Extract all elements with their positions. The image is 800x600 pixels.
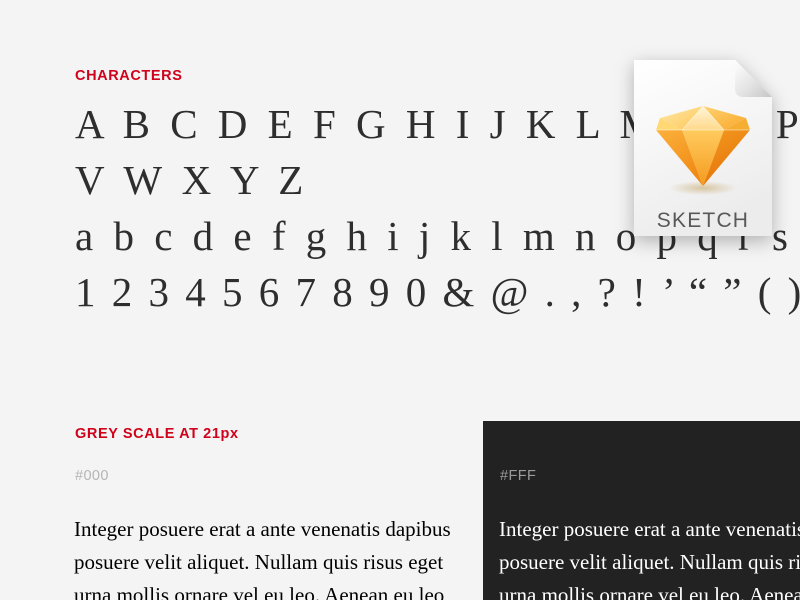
swatch-light-label: #000	[75, 468, 109, 484]
characters-section-heading: CHARACTERS	[75, 68, 183, 84]
swatch-dark-body-text: Integer posuere erat a ante venenatis da…	[499, 517, 800, 600]
swatch-dark-label: #FFF	[500, 468, 537, 484]
sketch-file-icon: SKETCH	[634, 60, 772, 236]
typography-specimen-page: CHARACTERS A B C D E F G H I J K L M N O…	[0, 0, 800, 600]
swatch-light-body-text: Integer posuere erat a ante venenatis da…	[74, 517, 451, 600]
sketch-icon-label: SKETCH	[657, 209, 749, 232]
greyscale-swatch-dark: #FFF Integer posuere erat a ante venenat…	[483, 421, 800, 600]
glyph-row-numerals-punctuation: 1 2 3 4 5 6 7 8 9 0 & @ . , ? ! ’ “ ” ( …	[75, 269, 800, 315]
greyscale-swatch-light: #000 Integer posuere erat a ante venenat…	[0, 421, 483, 600]
